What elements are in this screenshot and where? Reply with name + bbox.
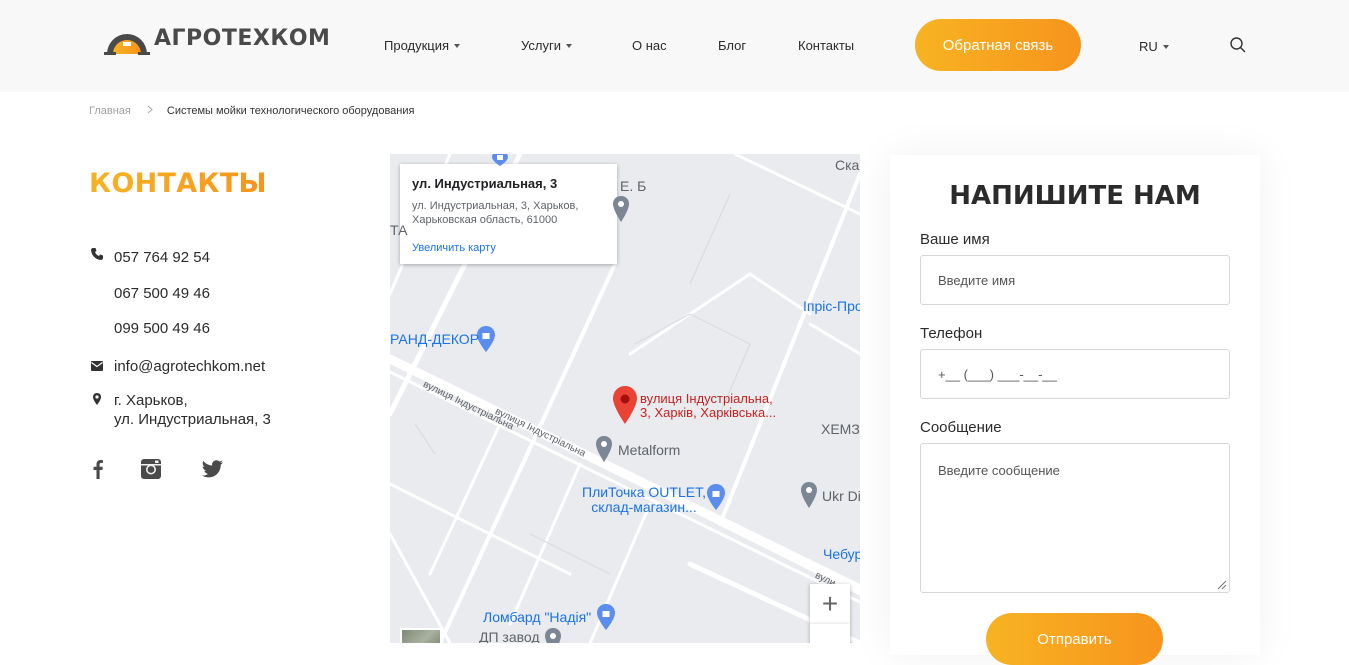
phone-1[interactable]: 057 764 92 54: [114, 249, 210, 266]
contacts-title: КОНТАКТЫ: [89, 168, 267, 199]
map-label: Е. Б: [620, 178, 647, 194]
address-line-2: ул. Индустриальная, 3: [114, 411, 271, 428]
site-header: АГРОТЕХКОМ Продукция Услуги О нас Блог К…: [0, 0, 1349, 92]
breadcrumb: Главная Системы мойки технологического о…: [89, 105, 414, 117]
marker-label-line-2: 3, Харків, Харківська...: [640, 405, 777, 420]
nav-products[interactable]: Продукция: [384, 38, 461, 53]
phone-label: Телефон: [920, 325, 983, 342]
map-label: ТА: [390, 222, 408, 238]
popup-title: ул. Индустриальная, 3: [412, 176, 558, 191]
message-textarea[interactable]: Введите сообщение: [920, 443, 1230, 593]
map-label: Ukr Di: [822, 488, 860, 504]
twitter-icon[interactable]: [200, 458, 224, 480]
contact-form: НАПИШИТЕ НАМ Ваше имя Введите имя Телефо…: [890, 155, 1260, 665]
breadcrumb-current: Системы мойки технологического оборудова…: [166, 105, 415, 117]
map-label: ПлиТочка OUTLET, склад-магазин...: [582, 485, 706, 515]
map-label: Ломбард "Надія": [483, 609, 592, 625]
marker-label-line-1: вулиця Індустріальна,: [640, 391, 773, 406]
language-label: RU: [1139, 39, 1158, 54]
address-line-1: г. Харьков,: [114, 392, 188, 409]
zoom-out-button[interactable]: [810, 624, 850, 643]
phone-icon: [91, 248, 103, 260]
map-label: ХЕМЗ: [821, 421, 860, 437]
nav-label: Продукция: [384, 38, 450, 53]
name-placeholder: Введите имя: [938, 272, 1016, 288]
map-label-line: склад-магазин...: [591, 499, 697, 515]
phone-input[interactable]: +__ (___) ___-__-__: [920, 349, 1230, 399]
email-link[interactable]: info@agrotechkom.net: [114, 358, 265, 375]
location-pin-icon: [93, 393, 101, 405]
nav-services[interactable]: Услуги: [521, 38, 572, 53]
breadcrumb-separator: [147, 105, 153, 117]
phone-2[interactable]: 067 500 49 46: [114, 285, 210, 302]
submit-button[interactable]: Отправить: [986, 613, 1163, 665]
zoom-in-button[interactable]: +: [810, 584, 850, 624]
form-title: НАПИШИТЕ НАМ: [949, 181, 1201, 211]
map-info-popup: ул. Индустриальная, 3 ул. Индустриальная…: [400, 164, 617, 264]
name-label: Ваше имя: [920, 231, 990, 248]
chevron-down-icon: [565, 43, 572, 48]
enlarge-map-link[interactable]: Увеличить карту: [412, 242, 605, 254]
map-embed[interactable]: ул. Индустриальная, 3 ул. Индустриальная…: [390, 154, 860, 643]
nav-contacts[interactable]: Контакты: [798, 38, 854, 53]
map-label: Чебур: [823, 546, 860, 562]
place-poi-icon[interactable]: [544, 628, 562, 643]
search-icon[interactable]: [1229, 36, 1247, 54]
map-label: Іпріс-Про: [803, 298, 860, 314]
resize-grip-icon[interactable]: [1215, 578, 1227, 590]
nav-about[interactable]: О нас: [632, 38, 667, 53]
map-label: ДП завод: [479, 629, 540, 643]
nav-blog[interactable]: Блог: [718, 38, 746, 53]
facebook-icon[interactable]: [86, 458, 110, 480]
chevron-down-icon: [454, 43, 461, 48]
map-label: Metalform: [618, 442, 681, 458]
map-label: Ска: [835, 157, 860, 173]
shop-poi-icon[interactable]: [596, 604, 616, 630]
popup-address: ул. Индустриальная, 3, Харьков, Харьковс…: [412, 199, 605, 227]
popup-address-line-2: Харьковская область, 61000: [412, 214, 558, 226]
marker-label: вулиця Індустріальна, 3, Харків, Харківс…: [640, 392, 776, 420]
place-poi-icon[interactable]: [612, 196, 630, 222]
logo-icon: [104, 34, 150, 55]
mail-icon: [91, 361, 103, 371]
red-marker-icon[interactable]: [612, 386, 638, 424]
map-label: РАНД-ДЕКОР: [390, 331, 480, 347]
message-placeholder: Введите сообщение: [938, 463, 1060, 478]
chevron-right-icon: [147, 105, 153, 114]
phone-3[interactable]: 099 500 49 46: [114, 320, 210, 337]
language-selector[interactable]: RU: [1139, 39, 1169, 54]
name-input[interactable]: Введите имя: [920, 255, 1230, 305]
feedback-button[interactable]: Обратная связь: [915, 19, 1081, 71]
nav-label: Услуги: [521, 38, 561, 53]
chevron-down-icon: [1162, 44, 1169, 49]
map-label-line: ПлиТочка OUTLET,: [582, 484, 706, 500]
satellite-toggle[interactable]: [400, 628, 442, 643]
message-label: Сообщение: [920, 419, 1002, 436]
popup-address-line-1: ул. Индустриальная, 3, Харьков,: [412, 200, 579, 212]
shop-poi-icon[interactable]: [706, 484, 726, 510]
logo[interactable]: АГРОТЕХКОМ: [104, 20, 330, 56]
instagram-icon[interactable]: [139, 458, 163, 480]
breadcrumb-home[interactable]: Главная: [89, 105, 131, 117]
place-poi-icon[interactable]: [800, 482, 818, 508]
shop-poi-icon[interactable]: [490, 154, 510, 166]
phone-placeholder: +__ (___) ___-__-__: [938, 366, 1057, 382]
logo-text: АГРОТЕХКОМ: [154, 25, 331, 51]
place-poi-icon[interactable]: [595, 436, 613, 462]
